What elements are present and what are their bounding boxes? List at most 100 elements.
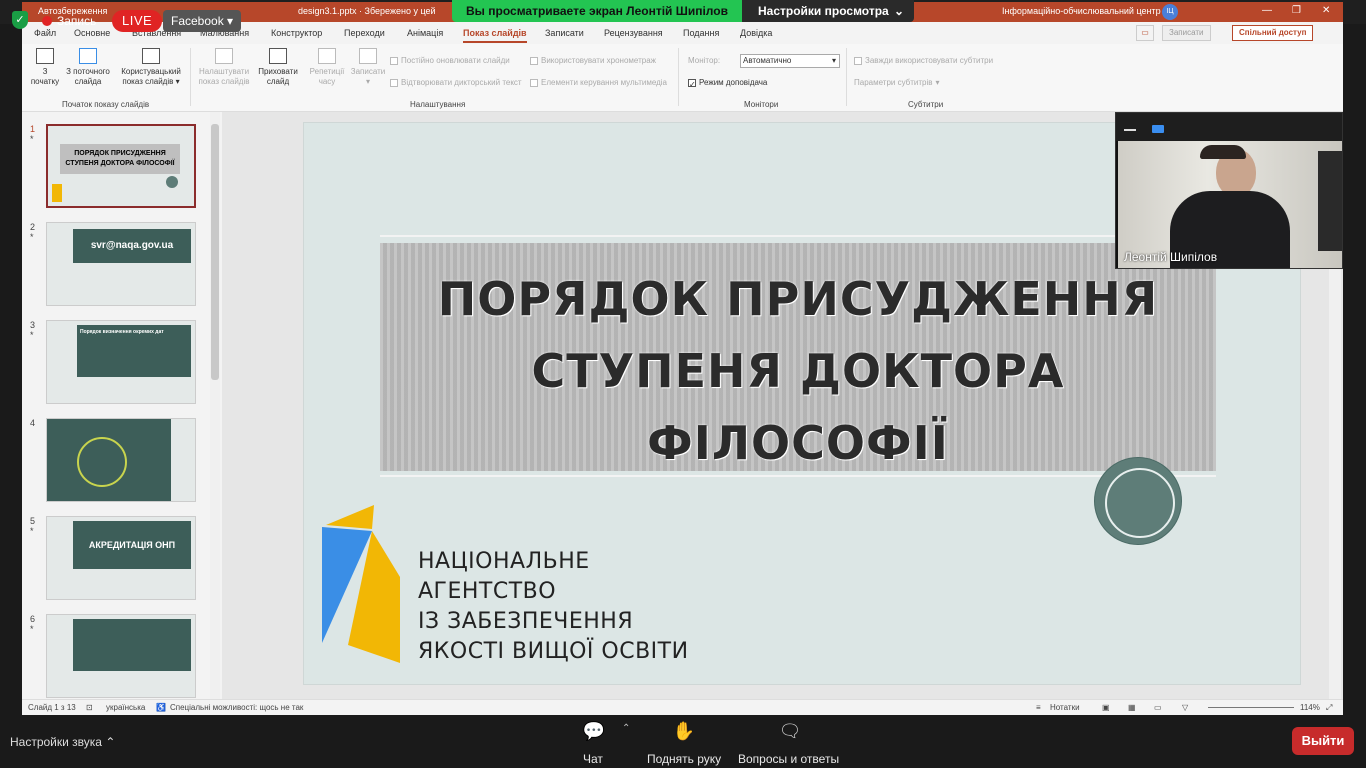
chk-subtitles[interactable]: Завжди використовувати субтитри <box>854 56 993 65</box>
from-start-button[interactable]: Зпочатку <box>30 48 60 87</box>
checkbox[interactable] <box>390 78 398 87</box>
menu-view[interactable]: Подання <box>683 28 719 38</box>
thumb-number: 3 <box>30 320 36 330</box>
chk-timings[interactable]: Використовувати хронометраж <box>530 56 656 65</box>
record-icon <box>359 48 377 64</box>
raise-hand-button[interactable]: Поднять руку <box>647 752 721 766</box>
thumb-title: svr@naqa.gov.ua <box>73 229 191 263</box>
thumbnail-slide-4[interactable] <box>46 418 196 502</box>
leave-button[interactable]: Выйти <box>1292 727 1354 755</box>
menu-design[interactable]: Конструктор <box>271 28 322 38</box>
hand-icon[interactable]: ✋ <box>672 721 696 741</box>
thumb-title: АКРЕДИТАЦІЯ ОНП <box>73 521 191 569</box>
reading-view-icon[interactable]: ▭ <box>1154 703 1162 712</box>
org-name: Інформаційно-обчислювальний центр <box>1002 6 1161 16</box>
qa-button[interactable]: Вопросы и ответы <box>738 752 839 766</box>
custom-show-button[interactable]: Користувацький показ слайдів ▾ <box>118 48 184 87</box>
record-slide-button[interactable]: Записати ▾ <box>348 48 388 87</box>
record-button[interactable]: Записати <box>1162 25 1211 41</box>
maximize-icon[interactable]: ❐ <box>1292 5 1301 16</box>
menu-help[interactable]: Довідка <box>740 28 772 38</box>
notes-icon[interactable]: ≡ <box>1036 703 1041 712</box>
thumb-number: 1 <box>30 124 36 134</box>
accessibility-icon[interactable]: ♿ <box>156 703 166 712</box>
thumbnail-slide-2[interactable]: svr@naqa.gov.ua <box>46 222 196 306</box>
menu-record[interactable]: Записати <box>545 28 584 38</box>
shield-icon[interactable]: ✓ <box>12 11 28 29</box>
rehearse-button[interactable]: Репетиції часу <box>306 48 348 87</box>
normal-view-icon[interactable]: ▣ <box>1102 703 1110 712</box>
timer-icon <box>318 48 336 64</box>
checkbox[interactable] <box>854 56 862 65</box>
menu-animation[interactable]: Анімація <box>407 28 443 38</box>
chat-icon[interactable]: 💬 <box>582 721 606 741</box>
hide-slide-button[interactable]: Приховати слайд <box>256 48 300 87</box>
agency-logo-icon <box>322 505 400 663</box>
close-icon[interactable]: ✕ <box>1322 5 1330 16</box>
recording-indicator[interactable]: Запись <box>42 11 96 31</box>
group-label: Монітори <box>744 100 779 109</box>
monitor-shape <box>1318 151 1342 251</box>
thumbnail-slide-1[interactable]: ПОРЯДОК ПРИСУДЖЕННЯ СТУПЕНЯ ДОКТОРА ФІЛО… <box>46 124 196 208</box>
slide-thumbnails-pane: 1 * ПОРЯДОК ПРИСУДЖЕННЯ СТУПЕНЯ ДОКТОРА Ф… <box>22 112 222 705</box>
menu-slideshow[interactable]: Показ слайдів <box>463 28 527 43</box>
language-label[interactable]: українська <box>106 703 145 712</box>
audio-settings-button[interactable]: Настройки звука ⌃ <box>10 735 115 749</box>
qa-icon[interactable]: 🗨 <box>778 721 802 741</box>
thumb-number: 6 <box>30 614 36 624</box>
accessibility-status[interactable]: Спеціальні можливості: щось не так <box>170 703 303 712</box>
sorter-view-icon[interactable]: ▦ <box>1128 703 1136 712</box>
thumbnail-slide-5[interactable]: АКРЕДИТАЦІЯ ОНП <box>46 516 196 600</box>
presenter-view-checkbox[interactable]: ✓ Режим доповідача <box>688 78 767 89</box>
setup-show-button[interactable]: Налаштувати показ слайдів <box>196 48 252 87</box>
share-button[interactable]: Спільний доступ <box>1232 25 1314 41</box>
chevron-down-icon: ⌄ <box>893 4 904 18</box>
divider <box>846 48 847 106</box>
checkbox[interactable] <box>390 56 398 65</box>
spellcheck-icon[interactable]: ⊡ <box>86 703 93 712</box>
checkbox[interactable] <box>530 78 538 87</box>
chk-update-slides[interactable]: Постійно оновлювати слайди <box>390 56 510 65</box>
chk-media[interactable]: Елементи керування мультимедіа <box>530 78 667 87</box>
thumb-number: 4 <box>30 418 36 428</box>
group-label: Початок показу слайдів <box>62 100 150 109</box>
checkbox[interactable] <box>530 56 538 65</box>
slideshow-view-icon[interactable]: ▽ <box>1182 703 1188 712</box>
presentation-icon <box>142 48 160 64</box>
menu-review[interactable]: Рецензування <box>604 28 663 38</box>
from-current-button[interactable]: З поточного слайда <box>62 48 114 87</box>
scroll-thumb[interactable] <box>211 124 219 380</box>
thumbnail-slide-3[interactable]: Порядок визначення окремих дат <box>46 320 196 404</box>
thumbnail-slide-6[interactable] <box>46 614 196 698</box>
facebook-stream-button[interactable]: Facebook ▾ <box>163 10 242 32</box>
subtitle-settings-button[interactable]: Параметри субтитрів ▾ <box>854 78 940 87</box>
person-hair <box>1200 145 1246 159</box>
chat-button[interactable]: Чат <box>583 752 603 766</box>
zoom-level[interactable]: 114% <box>1300 703 1320 712</box>
divider <box>380 235 1216 237</box>
monitor-label: Монітор: <box>688 56 721 65</box>
zoom-slider[interactable] <box>1208 707 1294 708</box>
fit-slide-icon[interactable]: ⤢ <box>1326 703 1332 713</box>
minimize-icon[interactable]: — <box>1262 5 1272 16</box>
presenter-video[interactable]: Леонтій Шипілов <box>1115 112 1343 269</box>
monitor-select[interactable]: Автоматично ▾ <box>740 54 840 68</box>
divider <box>678 48 679 106</box>
thumbnails-scrollbar[interactable] <box>210 112 220 705</box>
notes-button[interactable]: Нотатки <box>1050 703 1080 712</box>
thumb-number: 5 <box>30 516 36 526</box>
chevron-up-icon[interactable]: ⌃ <box>622 723 630 734</box>
diagram-decoration <box>77 437 127 487</box>
divider <box>190 48 191 106</box>
menu-transitions[interactable]: Переходи <box>344 28 385 38</box>
avatar[interactable]: ІЦ <box>1162 4 1178 20</box>
chk-narration[interactable]: Відтворювати дикторський текст <box>390 78 522 87</box>
minimize-icon[interactable] <box>1124 129 1136 131</box>
view-settings-button[interactable]: Настройки просмотра ⌄ <box>742 0 914 22</box>
slide-title[interactable]: ПОРЯДОК ПРИСУДЖЕННЯ СТУПЕНЯ ДОКТОРА ФІЛО… <box>380 263 1216 479</box>
checkbox[interactable]: ✓ <box>688 78 696 89</box>
live-badge[interactable]: LIVE <box>112 10 163 32</box>
comment-icon[interactable]: ▭ <box>1136 25 1154 41</box>
fullscreen-icon[interactable] <box>1152 125 1164 133</box>
thumb-content <box>73 619 191 671</box>
